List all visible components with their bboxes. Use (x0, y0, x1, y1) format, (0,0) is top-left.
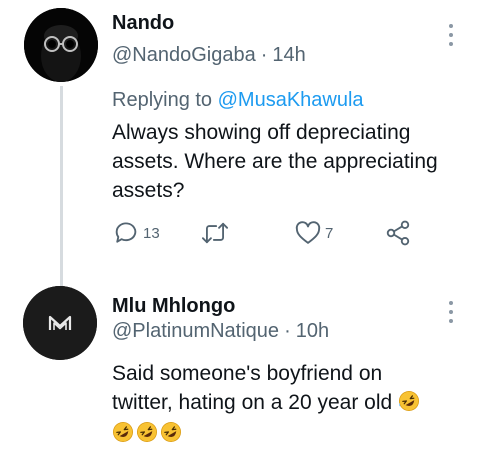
retweet-icon (201, 222, 229, 244)
reply-button[interactable]: 13 (112, 218, 160, 248)
tweet[interactable]: Nando @NandoGigaba · 14h Replying to @Musa… (0, 0, 480, 286)
thread-line (60, 86, 63, 286)
author-meta: @NandoGigaba · 14h (112, 44, 306, 67)
heart-icon (295, 221, 321, 244)
like-button[interactable]: 7 (294, 218, 333, 248)
rolling-on-floor-laughing-icon (137, 422, 157, 442)
like-count: 7 (325, 224, 334, 242)
tweet-text-segment: twitter, hating on a 20 year old (112, 391, 393, 414)
retweet-button[interactable] (200, 218, 233, 248)
tweet-text: Said someone's boyfriend on twitter, hat… (112, 359, 462, 448)
rolling-on-floor-laughing-icon (399, 391, 420, 411)
tweet-text-line: Always showing off depreciating (112, 121, 411, 144)
avatar-logo-icon (23, 286, 97, 360)
avatar[interactable] (24, 8, 98, 82)
timestamp[interactable]: 14h (272, 44, 305, 66)
rolling-on-floor-laughing-icon (113, 422, 133, 442)
share-icon (386, 220, 410, 246)
rolling-on-floor-laughing-icon (161, 422, 181, 442)
author-handle[interactable]: @PlatinumNatique (112, 320, 279, 342)
replying-handle-link[interactable]: @MusaKhawula (218, 89, 364, 111)
emoji-row (112, 419, 462, 448)
tweet-actions: 13 7 (112, 218, 432, 248)
author-name[interactable]: Mlu Mhlongo (112, 295, 235, 318)
tweet-text-line: Said someone's boyfriend on (112, 362, 383, 385)
replying-label: Replying to (112, 89, 213, 111)
separator-dot: · (284, 320, 291, 342)
reply-count: 13 (143, 224, 160, 242)
share-button[interactable] (384, 218, 412, 248)
author-handle[interactable]: @NandoGigaba (112, 44, 256, 66)
author-name[interactable]: Nando (112, 12, 174, 35)
tweet-text-line: assets. Where are the appreciating (112, 150, 438, 173)
more-options-icon[interactable] (448, 24, 454, 46)
reply-icon (115, 222, 137, 243)
tweet-text: Always showing off depreciating assets. … (112, 118, 462, 205)
replying-to: Replying to @MusaKhawula (112, 89, 364, 112)
tweet-text-line: twitter, hating on a 20 year old (112, 388, 462, 417)
separator-dot: · (260, 44, 268, 66)
avatar[interactable] (23, 286, 97, 360)
tweet-text-line: assets? (112, 179, 185, 202)
more-options-icon[interactable] (448, 301, 454, 323)
tweet[interactable]: Mlu Mhlongo @PlatinumNatique · 10h Said so… (0, 275, 480, 462)
author-meta: @PlatinumNatique · 10h (112, 320, 329, 343)
avatar-image (24, 8, 98, 82)
timestamp[interactable]: 10h (296, 320, 329, 342)
